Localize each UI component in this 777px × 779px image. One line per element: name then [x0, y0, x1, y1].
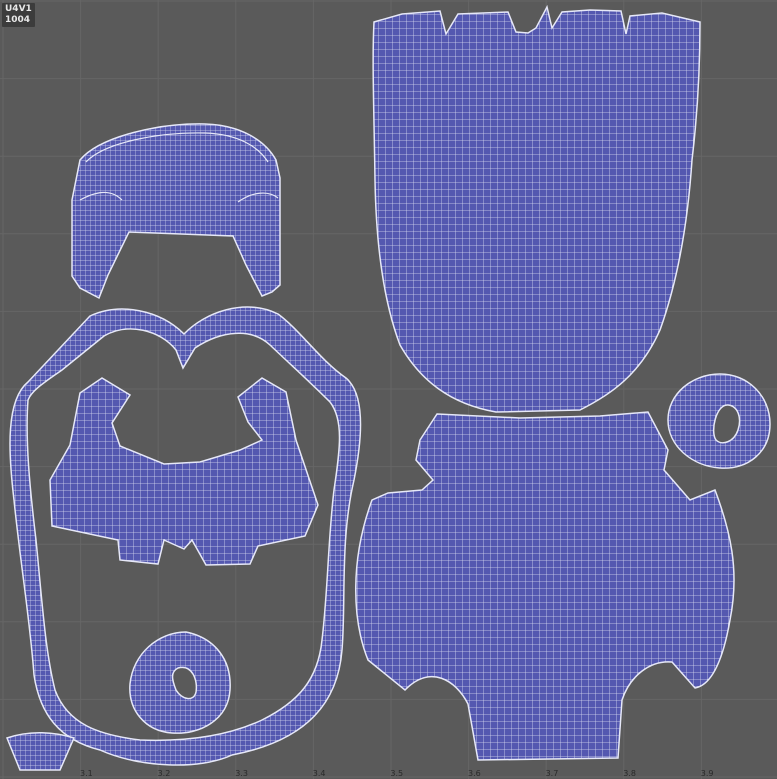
u-tick-label: 3.2: [157, 769, 171, 778]
u-tick-label: 3.4: [312, 769, 326, 778]
uv-canvas[interactable]: [0, 0, 777, 779]
u-tick-label: 3.1: [80, 769, 93, 778]
u-tick-label: 3.7: [545, 769, 559, 778]
tile-number: 1004: [5, 15, 31, 25]
torso-lower-shell[interactable]: [355, 411, 735, 761]
round-small-right-shell[interactable]: [667, 373, 771, 469]
u-tick-label: 3.5: [390, 769, 404, 778]
corner-fragment-shell[interactable]: [6, 731, 76, 771]
tile-name: U4V1: [5, 4, 32, 14]
u-tick-label: 3.9: [700, 769, 714, 778]
u-tick-label: 3.3: [235, 769, 248, 778]
tile-label: U4V1 1004: [2, 3, 35, 27]
vest-shell[interactable]: [49, 377, 319, 566]
round-small-left-shell[interactable]: [129, 631, 231, 734]
torso-front-shell[interactable]: [372, 4, 701, 413]
uv-editor-viewport[interactable]: U4V1 1004 3.1 3.2 3.3 3.4 3.5 3.6 3.7 3.8 3.9: [0, 0, 777, 779]
u-tick-label: 3.6: [468, 769, 481, 778]
u-tick-label: 3.8: [623, 769, 636, 778]
